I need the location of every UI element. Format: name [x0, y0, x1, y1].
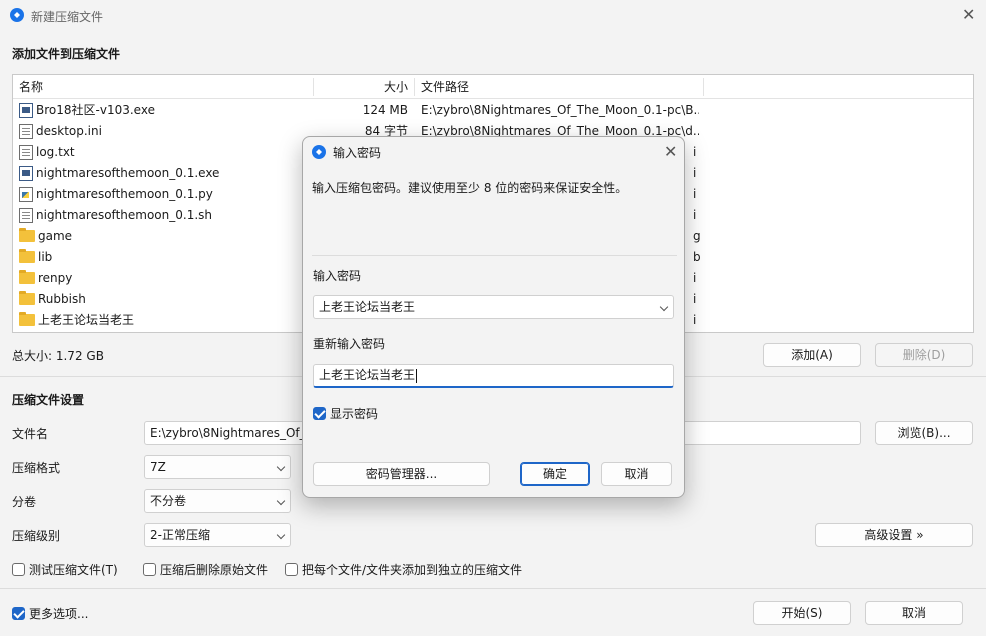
list-item[interactable]: Bro18社区-v103.exe 124 MB E:\zybro\8Nightm… [13, 100, 973, 121]
add-button[interactable]: 添加(A) [763, 343, 861, 367]
password-manager-button[interactable]: 密码管理器... [313, 462, 490, 486]
column-path[interactable]: 文件路径 [415, 75, 475, 99]
chevron-down-icon [276, 496, 286, 506]
folder-icon [19, 248, 35, 263]
separate-archives-checkbox[interactable]: 把每个文件/文件夹添加到独立的压缩文件 [285, 561, 522, 578]
format-select[interactable]: 7Z [144, 455, 291, 479]
delete-after-checkbox[interactable]: 压缩后删除原始文件 [143, 561, 268, 578]
exe-file-icon [19, 103, 33, 118]
volume-select[interactable]: 不分卷 [144, 489, 291, 513]
list-header: 名称 大小 文件路径 [13, 75, 973, 99]
close-dialog-icon[interactable]: ✕ [664, 144, 677, 160]
divider [0, 588, 986, 589]
confirm-password-input[interactable]: 上老王论坛当老王 [313, 364, 674, 388]
add-files-heading: 添加文件到压缩文件 [12, 47, 121, 61]
password-dialog: 输入密码 ✕ 输入压缩包密码。建议使用至少 8 位的密码来保证安全性。 输入密码… [302, 136, 685, 498]
dialog-title-bar: 输入密码 ✕ [303, 137, 684, 167]
exe-file-icon [19, 166, 33, 181]
settings-heading: 压缩文件设置 [12, 393, 85, 407]
script-file-icon [19, 208, 33, 223]
password-label: 输入密码 [313, 269, 362, 283]
advanced-settings-button[interactable]: 高级设置 » [815, 523, 973, 547]
browse-button[interactable]: 浏览(B)... [875, 421, 973, 445]
chevron-down-icon [276, 462, 286, 472]
more-options-checkbox[interactable]: 更多选项... [12, 605, 88, 622]
text-file-icon [19, 145, 33, 160]
checkbox-checked-icon [313, 407, 326, 420]
close-window-icon[interactable]: ✕ [962, 7, 975, 23]
start-button[interactable]: 开始(S) [753, 601, 851, 625]
checkbox-icon [285, 563, 298, 576]
dialog-title: 输入密码 [333, 146, 382, 160]
app-logo-icon [10, 8, 24, 22]
settings-file-icon [19, 124, 33, 139]
confirm-password-label: 重新输入密码 [313, 337, 386, 351]
test-archive-checkbox[interactable]: 测试压缩文件(T) [12, 561, 118, 578]
chevron-down-icon [276, 530, 286, 540]
folder-icon [19, 290, 35, 305]
delete-button[interactable]: 删除(D) [875, 343, 973, 367]
python-file-icon [19, 187, 33, 202]
text-caret [416, 368, 418, 383]
divider [312, 255, 677, 256]
level-select[interactable]: 2-正常压缩 [144, 523, 291, 547]
checkbox-icon [12, 563, 25, 576]
column-divider[interactable] [703, 78, 704, 96]
checkbox-icon [143, 563, 156, 576]
format-label: 压缩格式 [12, 461, 61, 475]
level-label: 压缩级别 [12, 529, 61, 543]
chevron-down-icon[interactable] [659, 302, 669, 312]
dialog-cancel-button[interactable]: 取消 [601, 462, 672, 486]
volume-label: 分卷 [12, 495, 37, 509]
column-name[interactable]: 名称 [13, 75, 49, 99]
checkbox-checked-icon [12, 607, 25, 620]
folder-icon [19, 269, 35, 284]
show-password-checkbox[interactable]: 显示密码 [313, 405, 378, 422]
dialog-description: 输入压缩包密码。建议使用至少 8 位的密码来保证安全性。 [312, 181, 628, 195]
password-input[interactable]: 上老王论坛当老王 [313, 295, 674, 319]
title-bar: 新建压缩文件 ✕ [0, 0, 986, 30]
window-title: 新建压缩文件 [31, 10, 104, 24]
filename-label: 文件名 [12, 427, 49, 441]
ok-button[interactable]: 确定 [520, 462, 590, 486]
total-size: 总大小: 1.72 GB [12, 349, 104, 363]
cancel-button[interactable]: 取消 [865, 601, 963, 625]
folder-icon [19, 311, 35, 326]
app-logo-icon [312, 145, 326, 159]
folder-icon [19, 227, 35, 242]
column-size[interactable]: 大小 [313, 75, 414, 99]
